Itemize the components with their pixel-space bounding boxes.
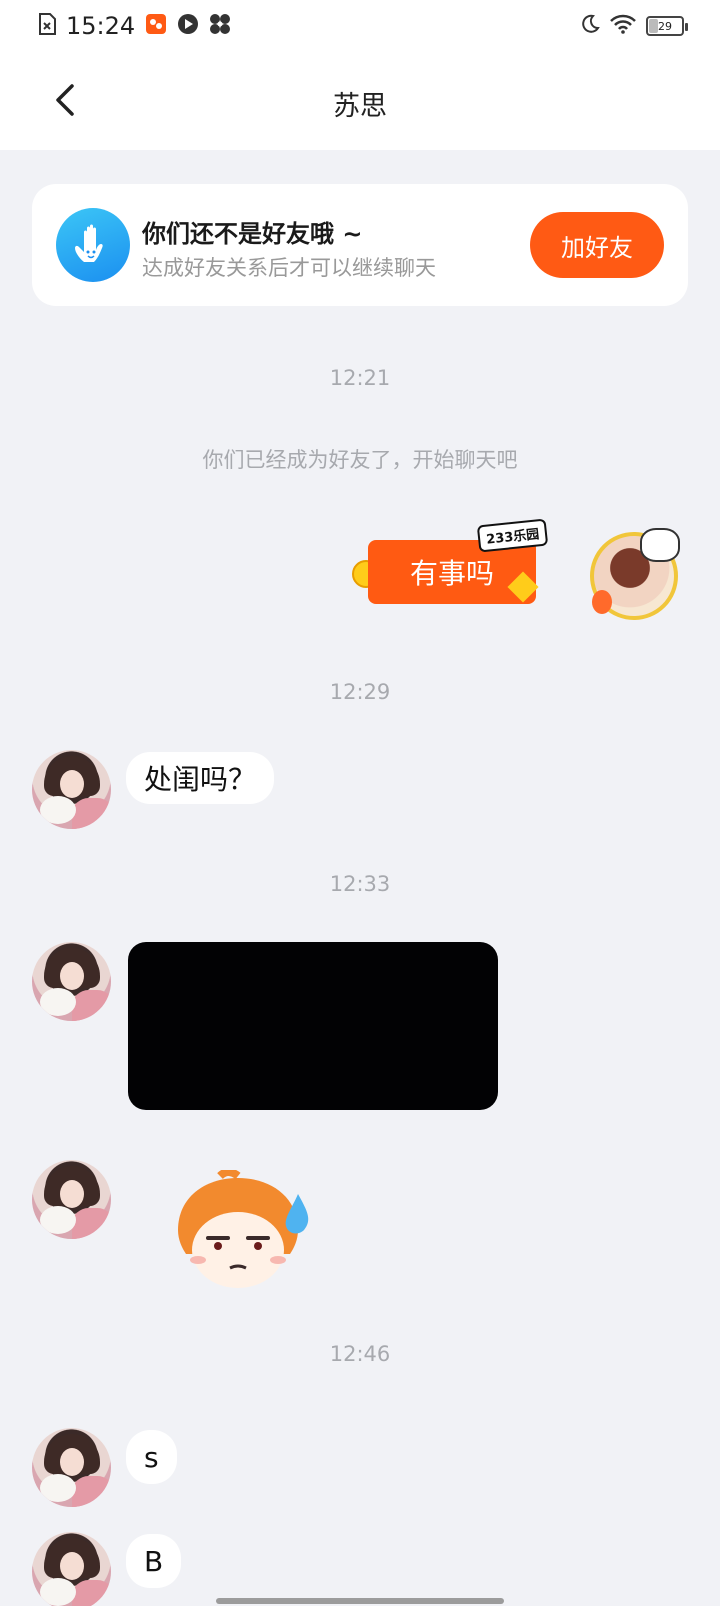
- status-bar: 15:24 29: [0, 0, 720, 56]
- incoming-message[interactable]: s: [126, 1430, 177, 1484]
- avatar[interactable]: [32, 942, 111, 1021]
- sim-off-icon: [38, 13, 56, 39]
- hand-wave-icon: [56, 208, 130, 282]
- fan-icon: [209, 13, 231, 39]
- card-title: 你们还不是好友哦 ~: [142, 220, 363, 248]
- avatar[interactable]: [32, 1160, 111, 1239]
- page-title: 苏思: [333, 91, 387, 122]
- home-indicator[interactable]: [216, 1598, 504, 1604]
- app-badge-icon: [145, 13, 167, 39]
- timestamp: 12:29: [329, 680, 391, 704]
- incoming-message[interactable]: 处闺吗？: [126, 752, 275, 804]
- status-bar-right: 29: [580, 14, 688, 38]
- avatar[interactable]: [32, 1532, 111, 1606]
- outgoing-sticker[interactable]: 有事吗 233乐园: [352, 518, 552, 626]
- battery-icon: 29: [646, 16, 688, 36]
- sticker-brand: 233乐园: [476, 518, 549, 553]
- timestamp: 12:46: [329, 1342, 391, 1366]
- timestamp: 12:33: [329, 872, 391, 896]
- moon-icon: [580, 14, 600, 38]
- battery-level: 29: [658, 19, 672, 33]
- add-friend-button[interactable]: 加好友: [530, 212, 664, 278]
- cat-icon: [640, 528, 680, 562]
- avatar[interactable]: [32, 1428, 111, 1507]
- chat-header: 苏思: [0, 56, 720, 150]
- media-message[interactable]: [128, 942, 498, 1110]
- not-friends-card: 你们还不是好友哦 ~ 达成好友关系后才可以继续聊天 加好友: [32, 184, 688, 306]
- status-time: 15:24: [66, 12, 136, 40]
- play-icon: [177, 13, 199, 39]
- my-avatar[interactable]: [590, 528, 680, 620]
- status-bar-left: 15:24: [38, 12, 231, 40]
- sweat-face-sticker[interactable]: [158, 1168, 318, 1294]
- card-subtitle: 达成好友关系后才可以继续聊天: [142, 256, 436, 280]
- timestamp: 12:21: [329, 366, 391, 390]
- wifi-icon: [610, 14, 636, 38]
- carrot-icon: [592, 590, 612, 614]
- incoming-message[interactable]: B: [126, 1534, 182, 1588]
- avatar[interactable]: [32, 750, 111, 829]
- system-message: 你们已经成为好友了，开始聊天吧: [202, 448, 518, 472]
- sticker-text: 有事吗: [368, 540, 536, 604]
